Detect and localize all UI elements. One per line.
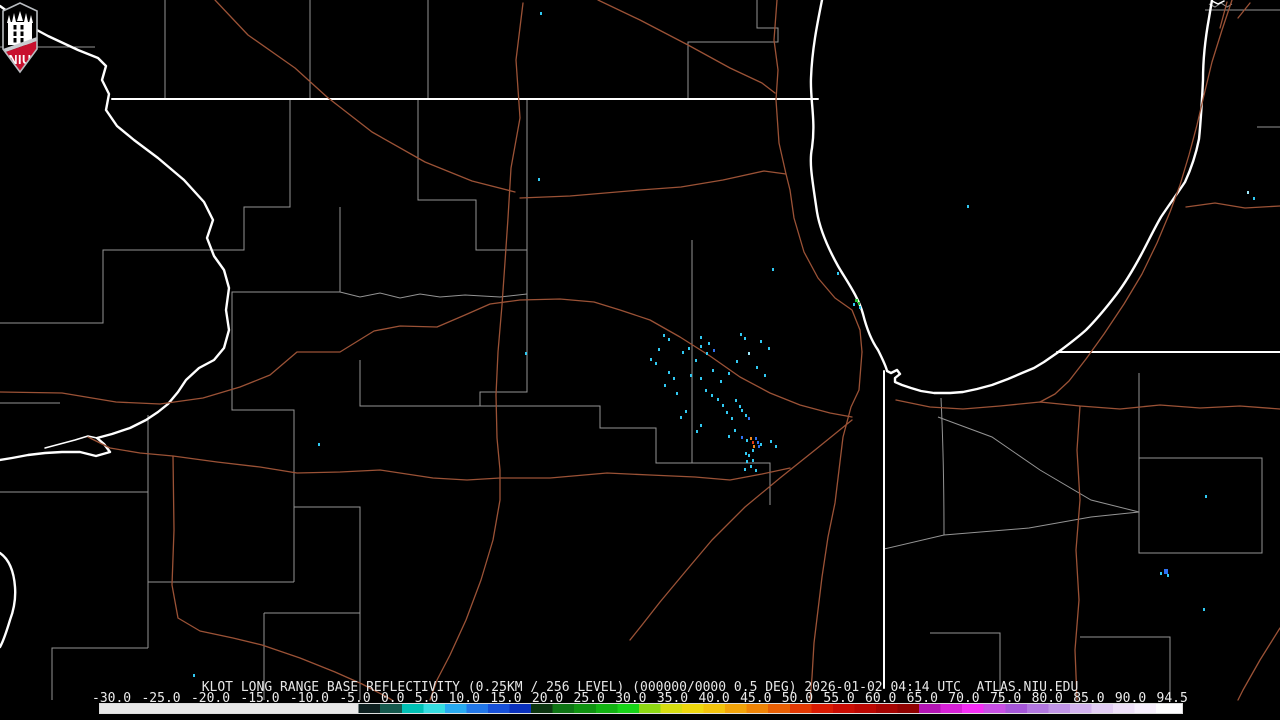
echo-speck xyxy=(668,371,670,374)
echo-speck xyxy=(837,272,839,275)
echo-speck xyxy=(859,306,861,309)
echo-speck xyxy=(682,351,684,354)
echo-speck xyxy=(1205,495,1207,498)
echo-speck xyxy=(755,437,757,440)
echo-speck xyxy=(722,404,724,407)
echo-speck xyxy=(696,430,698,433)
echo-speck xyxy=(540,12,542,15)
echo-speck xyxy=(741,436,743,439)
echo-speck xyxy=(676,392,678,395)
echo-speck xyxy=(764,374,766,377)
echo-speck xyxy=(705,389,707,392)
echo-speck xyxy=(744,468,746,471)
echo-speck xyxy=(760,443,762,446)
echo-speck xyxy=(525,352,527,355)
echo-speck xyxy=(695,359,697,362)
echo-speck xyxy=(750,465,752,468)
echo-speck xyxy=(740,333,742,336)
echo-speck xyxy=(853,303,855,306)
echo-speck xyxy=(720,380,722,383)
echo-speck xyxy=(728,372,730,375)
echo-speck xyxy=(744,337,746,340)
echo-speck xyxy=(700,345,702,348)
echo-speck xyxy=(658,348,660,351)
echo-speck xyxy=(1253,197,1255,200)
echo-speck xyxy=(746,439,748,442)
echo-speck xyxy=(855,299,858,302)
echo-speck xyxy=(755,469,757,472)
echo-speck xyxy=(1160,572,1162,575)
echo-speck xyxy=(1164,569,1168,574)
echo-speck xyxy=(193,674,195,677)
echo-speck xyxy=(650,358,652,361)
echo-speck xyxy=(717,398,719,401)
echo-speck xyxy=(772,268,774,271)
echo-speck xyxy=(750,437,752,440)
echo-speck xyxy=(746,460,748,463)
echo-speck xyxy=(758,445,760,448)
echo-speck xyxy=(1167,574,1169,577)
echo-speck xyxy=(688,347,690,350)
echo-speck xyxy=(700,424,702,427)
echo-speck xyxy=(752,459,754,462)
echo-speck xyxy=(685,410,687,413)
niu-logo: NIU xyxy=(2,2,38,74)
echo-speck xyxy=(967,205,969,208)
radar-map xyxy=(0,0,1280,720)
echo-speck xyxy=(770,440,772,443)
echo-speck xyxy=(1203,608,1205,611)
map-background xyxy=(0,0,1280,720)
echo-speck xyxy=(713,349,715,352)
echo-speck xyxy=(736,360,738,363)
echo-speck xyxy=(655,362,657,365)
echo-speck xyxy=(668,338,670,341)
echo-speck xyxy=(752,441,754,444)
echo-speck xyxy=(739,405,741,408)
echo-speck xyxy=(700,377,702,380)
echo-speck xyxy=(728,435,730,438)
echo-speck xyxy=(745,414,747,417)
echo-speck xyxy=(748,454,750,457)
echo-speck xyxy=(734,429,736,432)
echo-speck xyxy=(680,416,682,419)
echo-speck xyxy=(318,443,320,446)
echo-speck xyxy=(741,409,743,412)
echo-speck xyxy=(690,374,692,377)
echo-speck xyxy=(735,399,737,402)
echo-speck xyxy=(673,377,675,380)
echo-speck xyxy=(538,178,540,181)
echo-speck xyxy=(748,352,750,355)
echo-speck xyxy=(752,449,754,452)
echo-speck xyxy=(768,347,770,350)
echo-speck xyxy=(700,336,702,339)
echo-speck xyxy=(663,334,665,337)
echo-speck xyxy=(664,384,666,387)
echo-speck xyxy=(753,445,755,448)
echo-speck xyxy=(760,340,762,343)
radar-viewer: NIU KLOT LONG RANGE BASE REFLECTIVITY (0… xyxy=(0,0,1280,720)
echo-speck xyxy=(748,417,750,420)
echo-speck xyxy=(706,352,708,355)
echo-speck xyxy=(745,452,747,455)
echo-speck xyxy=(757,441,759,444)
echo-speck xyxy=(756,366,758,369)
echo-speck xyxy=(708,342,710,345)
echo-speck xyxy=(858,302,860,305)
echo-speck xyxy=(731,417,733,420)
echo-speck xyxy=(712,369,714,372)
echo-speck xyxy=(726,411,728,414)
reflectivity-colorbar xyxy=(99,703,1183,714)
echo-speck xyxy=(1247,191,1249,194)
echo-speck xyxy=(711,394,713,397)
echo-speck xyxy=(775,445,777,448)
